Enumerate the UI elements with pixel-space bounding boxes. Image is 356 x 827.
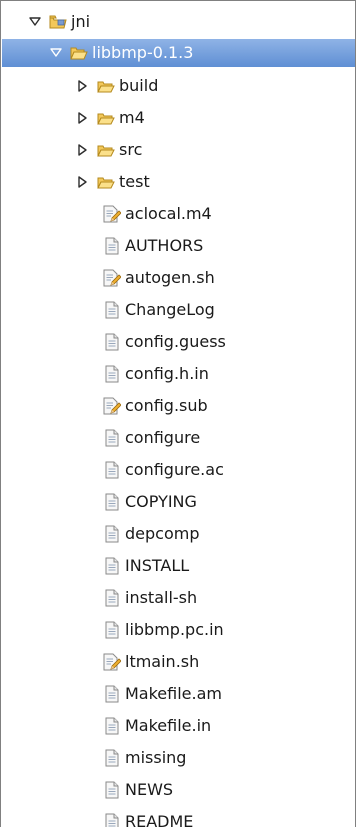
tree-item-file[interactable]: depcomp	[1, 520, 355, 548]
tree-item-file[interactable]: aclocal.m4	[1, 200, 355, 228]
tree-item-file[interactable]: INSTALL	[1, 552, 355, 580]
tree-item-file[interactable]: ChangeLog	[1, 296, 355, 324]
text-file-icon	[103, 301, 121, 319]
tree-item-label: install-sh	[125, 588, 198, 607]
text-file-icon	[103, 525, 121, 543]
text-file-icon	[103, 749, 121, 767]
collapsed-arrow-icon[interactable]	[75, 142, 91, 158]
folder-icon	[97, 141, 115, 159]
text-file-icon	[103, 621, 121, 639]
tree-item-folder[interactable]: build	[1, 72, 355, 100]
tree-item-label: Makefile.am	[125, 684, 222, 703]
tree-item-label: autogen.sh	[125, 268, 215, 287]
text-file-icon	[103, 333, 121, 351]
tree-item-file[interactable]: README	[1, 808, 355, 827]
tree-item-label: configure.ac	[125, 460, 224, 479]
tree-item-label: test	[119, 172, 150, 191]
tree-item-file[interactable]: libbmp.pc.in	[1, 616, 355, 644]
tree-item-label: NEWS	[125, 780, 174, 799]
tree-item-label: README	[125, 812, 194, 827]
tree-item-label: INSTALL	[125, 556, 190, 575]
tree-item-label: configure	[125, 428, 201, 447]
tree-item-file[interactable]: config.sub	[1, 392, 355, 420]
text-file-icon	[103, 685, 121, 703]
tree-item-label: libbmp.pc.in	[125, 620, 224, 639]
tree-item-folder[interactable]: m4	[1, 104, 355, 132]
script-file-icon	[103, 205, 121, 223]
tree-item-label: ChangeLog	[125, 300, 215, 319]
tree-item-label: m4	[119, 108, 145, 127]
text-file-icon	[103, 365, 121, 383]
collapsed-arrow-icon[interactable]	[75, 174, 91, 190]
tree-item-label: libbmp-0.1.3	[92, 43, 194, 62]
tree-item-label: src	[119, 140, 143, 159]
tree-item-file[interactable]: Makefile.am	[1, 680, 355, 708]
folder-icon	[97, 109, 115, 127]
tree-item-file[interactable]: COPYING	[1, 488, 355, 516]
tree-item-folder[interactable]: test	[1, 168, 355, 196]
project-explorer-tree[interactable]: jni libbmp-0.1.3 build m4 src test acloc…	[0, 0, 356, 827]
tree-item-label: ltmain.sh	[125, 652, 200, 671]
tree-item-label: missing	[125, 748, 187, 767]
tree-item-file[interactable]: configure	[1, 424, 355, 452]
script-file-icon	[103, 653, 121, 671]
text-file-icon	[103, 781, 121, 799]
tree-item-file[interactable]: autogen.sh	[1, 264, 355, 292]
tree-item-label: COPYING	[125, 492, 197, 511]
tree-item-label: jni	[71, 12, 91, 31]
text-file-icon	[103, 717, 121, 735]
collapsed-arrow-icon[interactable]	[75, 110, 91, 126]
tree-item-file[interactable]: NEWS	[1, 776, 355, 804]
script-file-icon	[103, 269, 121, 287]
tree-item-folder[interactable]: src	[1, 136, 355, 164]
text-file-icon	[103, 429, 121, 447]
expanded-arrow-icon[interactable]	[27, 14, 43, 30]
tree-item-label: build	[119, 76, 159, 95]
tree-item-file[interactable]: AUTHORS	[1, 232, 355, 260]
text-file-icon	[103, 493, 121, 511]
tree-item-label: config.guess	[125, 332, 226, 351]
folder-icon	[97, 77, 115, 95]
tree-item-label: aclocal.m4	[125, 204, 212, 223]
tree-item-file[interactable]: install-sh	[1, 584, 355, 612]
folder-icon	[97, 173, 115, 191]
tree-item-label: depcomp	[125, 524, 200, 543]
project-folder-icon	[49, 13, 67, 31]
tree-item-file[interactable]: config.guess	[1, 328, 355, 356]
open-folder-icon	[70, 44, 88, 62]
expanded-arrow-icon[interactable]	[48, 45, 64, 61]
tree-item-label: config.sub	[125, 396, 208, 415]
tree-item-file[interactable]: config.h.in	[1, 360, 355, 388]
collapsed-arrow-icon[interactable]	[75, 78, 91, 94]
tree-item-file[interactable]: configure.ac	[1, 456, 355, 484]
tree-item-jni[interactable]: jni	[1, 8, 355, 36]
tree-item-label: config.h.in	[125, 364, 209, 383]
tree-item-label: Makefile.in	[125, 716, 212, 735]
text-file-icon	[103, 813, 121, 827]
tree-item-file[interactable]: ltmain.sh	[1, 648, 355, 676]
tree-item-label: AUTHORS	[125, 236, 204, 255]
text-file-icon	[103, 461, 121, 479]
text-file-icon	[103, 237, 121, 255]
tree-item-file[interactable]: Makefile.in	[1, 712, 355, 740]
tree-item-file[interactable]: missing	[1, 744, 355, 772]
tree-item-libbmp[interactable]: libbmp-0.1.3	[2, 39, 355, 67]
script-file-icon	[103, 397, 121, 415]
text-file-icon	[103, 589, 121, 607]
text-file-icon	[103, 557, 121, 575]
